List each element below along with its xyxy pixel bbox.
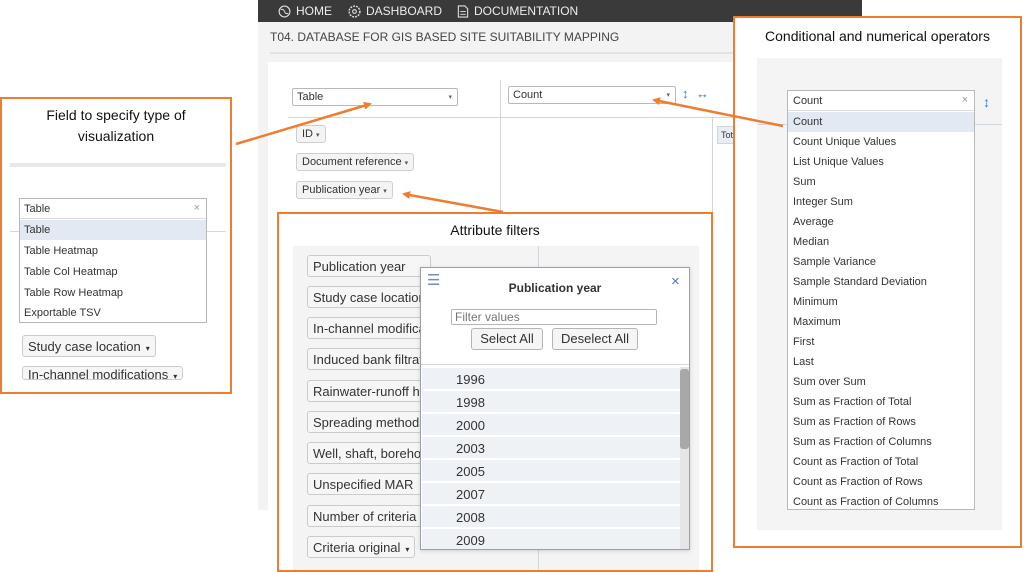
arrow-to-aggregator-select bbox=[652, 97, 784, 128]
arrow-to-publication-year bbox=[402, 191, 504, 214]
arrow-to-renderer-select bbox=[235, 101, 372, 146]
callout-arrows bbox=[235, 97, 784, 214]
